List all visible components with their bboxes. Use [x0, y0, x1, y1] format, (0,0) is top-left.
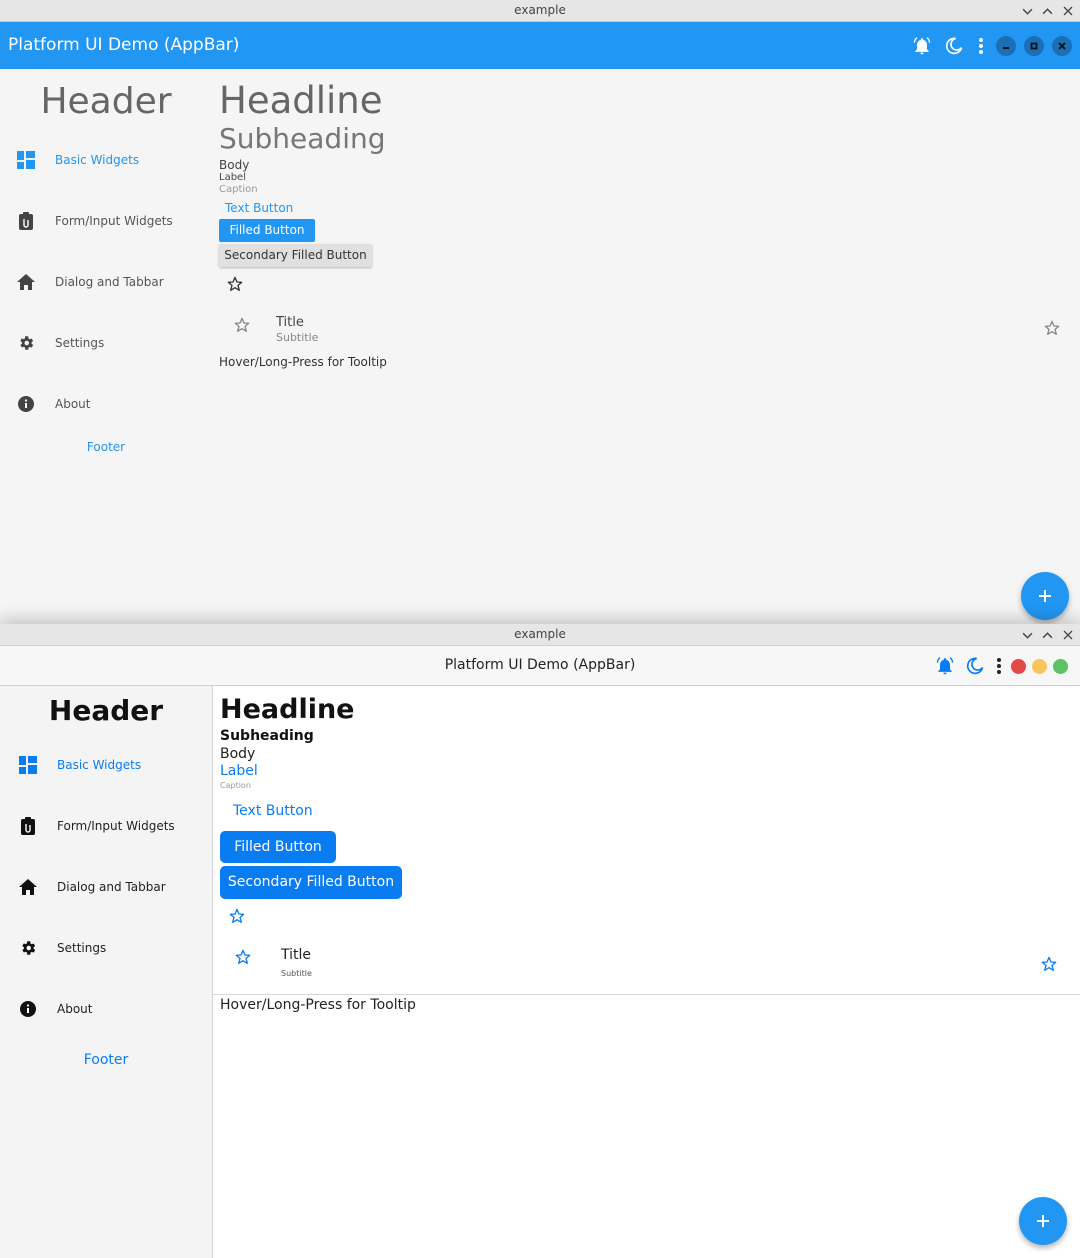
minimize-button[interactable]: [1032, 658, 1047, 674]
window-titlebar[interactable]: example: [0, 624, 1080, 646]
star-icon[interactable]: [227, 276, 243, 296]
info-icon: [18, 999, 38, 1019]
sidebar-item-dialog-and-tabbar[interactable]: Dialog and Tabbar: [0, 257, 212, 307]
sidebar-item-settings[interactable]: Settings: [0, 318, 212, 368]
chevron-down-icon[interactable]: [1021, 5, 1034, 18]
sidebar-item-form-input-widgets[interactable]: Form/Input Widgets: [0, 196, 212, 246]
material-window: example Platform UI Demo (AppBar) Header: [0, 0, 1080, 624]
window-title: example: [514, 627, 566, 641]
headline-text: Headline: [220, 694, 355, 725]
app-bar: Platform UI Demo (AppBar): [0, 646, 1080, 686]
close-button[interactable]: [1011, 658, 1026, 674]
list-tile-title: Title: [276, 315, 304, 330]
sidebar-item-label: Basic Widgets: [57, 758, 142, 772]
sidebar-item-form-input-widgets[interactable]: Form/Input Widgets: [0, 801, 212, 851]
sidebar-item-label: Dialog and Tabbar: [55, 275, 164, 289]
sidebar-item-label: Settings: [57, 941, 107, 955]
sidebar-item-about[interactable]: About: [0, 379, 212, 429]
list-tile[interactable]: Title Subtitle: [213, 938, 1080, 995]
sidebar-footer[interactable]: Footer: [0, 1052, 212, 1068]
minimize-button[interactable]: [996, 36, 1016, 56]
dashboard-icon: [16, 150, 36, 170]
close-icon[interactable]: [1061, 629, 1074, 642]
sidebar-item-label: Basic Widgets: [55, 153, 140, 167]
star-icon: [235, 949, 251, 969]
star-icon[interactable]: [229, 908, 245, 928]
dashboard-icon: [18, 755, 38, 775]
sidebar-header: Header: [40, 81, 172, 122]
chevron-up-icon[interactable]: [1041, 5, 1054, 18]
dark-mode-moon-icon[interactable]: [963, 654, 987, 678]
maximize-button[interactable]: [1024, 36, 1044, 56]
app-bar: Platform UI Demo (AppBar): [0, 22, 1080, 69]
close-button[interactable]: [1052, 36, 1072, 56]
appbar-title: Platform UI Demo (AppBar): [444, 657, 636, 673]
star-icon: [234, 317, 250, 337]
more-vert-icon[interactable]: [974, 34, 988, 58]
sidebar-item-label: Settings: [55, 336, 105, 350]
clipboard-icon: [16, 211, 36, 231]
sidebar: Header Basic Widgets Form/Input Widgets …: [0, 686, 213, 1258]
subheading-text: Subheading: [220, 728, 314, 744]
sidebar-item-settings[interactable]: Settings: [0, 923, 212, 973]
body-text: Body: [219, 158, 250, 172]
window-title: example: [514, 3, 566, 17]
add-fab-button[interactable]: [1021, 572, 1069, 620]
info-icon: [16, 394, 36, 414]
secondary-filled-button[interactable]: Secondary Filled Button: [219, 244, 372, 267]
sidebar-item-label: Form/Input Widgets: [57, 819, 175, 833]
subheading-text: Subheading: [219, 122, 386, 155]
sidebar-item-label: About: [55, 397, 91, 411]
list-tile-subtitle: Subtitle: [276, 331, 319, 344]
caption-text: Caption: [219, 184, 258, 195]
window-titlebar[interactable]: example: [0, 0, 1080, 22]
main-content: Headline Subheading Body Label Caption T…: [212, 69, 1080, 624]
chevron-down-icon[interactable]: [1021, 629, 1034, 642]
sidebar-item-label: Dialog and Tabbar: [57, 880, 166, 894]
sidebar-footer[interactable]: Footer: [0, 440, 212, 454]
sidebar-item-basic-widgets[interactable]: Basic Widgets: [0, 740, 212, 790]
sidebar-item-label: Form/Input Widgets: [55, 214, 173, 228]
close-icon[interactable]: [1061, 5, 1074, 18]
sidebar: Header Basic Widgets Form/Input Widgets …: [0, 69, 212, 624]
caption-text: Caption: [220, 781, 251, 790]
chevron-up-icon[interactable]: [1041, 629, 1054, 642]
list-tile-subtitle: Subtitle: [281, 969, 312, 978]
label-text: Label: [219, 172, 246, 183]
notification-bell-icon[interactable]: [910, 34, 934, 58]
filled-button[interactable]: Filled Button: [220, 831, 336, 863]
appbar-title: Platform UI Demo (AppBar): [8, 35, 240, 55]
maximize-button[interactable]: [1053, 658, 1068, 674]
star-icon: [1044, 320, 1060, 340]
clipboard-icon: [18, 816, 38, 836]
text-button[interactable]: Text Button: [233, 803, 313, 819]
filled-button[interactable]: Filled Button: [219, 219, 315, 242]
home-icon: [18, 877, 38, 897]
home-icon: [16, 272, 36, 292]
sidebar-header: Header: [48, 694, 164, 727]
tooltip-target-text[interactable]: Hover/Long-Press for Tooltip: [220, 997, 416, 1013]
dark-mode-moon-icon[interactable]: [942, 34, 966, 58]
gear-icon: [18, 938, 38, 958]
desktop-window: example Platform UI Demo (AppBar) Header: [0, 624, 1080, 1258]
more-vert-icon[interactable]: [993, 654, 1005, 678]
sidebar-item-basic-widgets[interactable]: Basic Widgets: [0, 135, 212, 185]
sidebar-item-about[interactable]: About: [0, 984, 212, 1034]
notification-bell-icon[interactable]: [933, 654, 957, 678]
star-icon: [1041, 956, 1057, 976]
tooltip-target-text[interactable]: Hover/Long-Press for Tooltip: [219, 355, 387, 369]
sidebar-item-label: About: [57, 1002, 93, 1016]
list-tile-title: Title: [281, 947, 312, 963]
label-text: Label: [220, 763, 258, 779]
add-fab-button[interactable]: [1019, 1197, 1067, 1245]
sidebar-item-dialog-and-tabbar[interactable]: Dialog and Tabbar: [0, 862, 212, 912]
body-text: Body: [220, 746, 256, 762]
gear-icon: [16, 333, 36, 353]
text-button[interactable]: Text Button: [225, 201, 293, 215]
main-content: Headline Subheading Body Label Caption T…: [213, 686, 1080, 1258]
list-tile[interactable]: Title Subtitle: [212, 307, 1080, 353]
headline-text: Headline: [219, 79, 383, 122]
secondary-filled-button[interactable]: Secondary Filled Button: [220, 866, 402, 899]
